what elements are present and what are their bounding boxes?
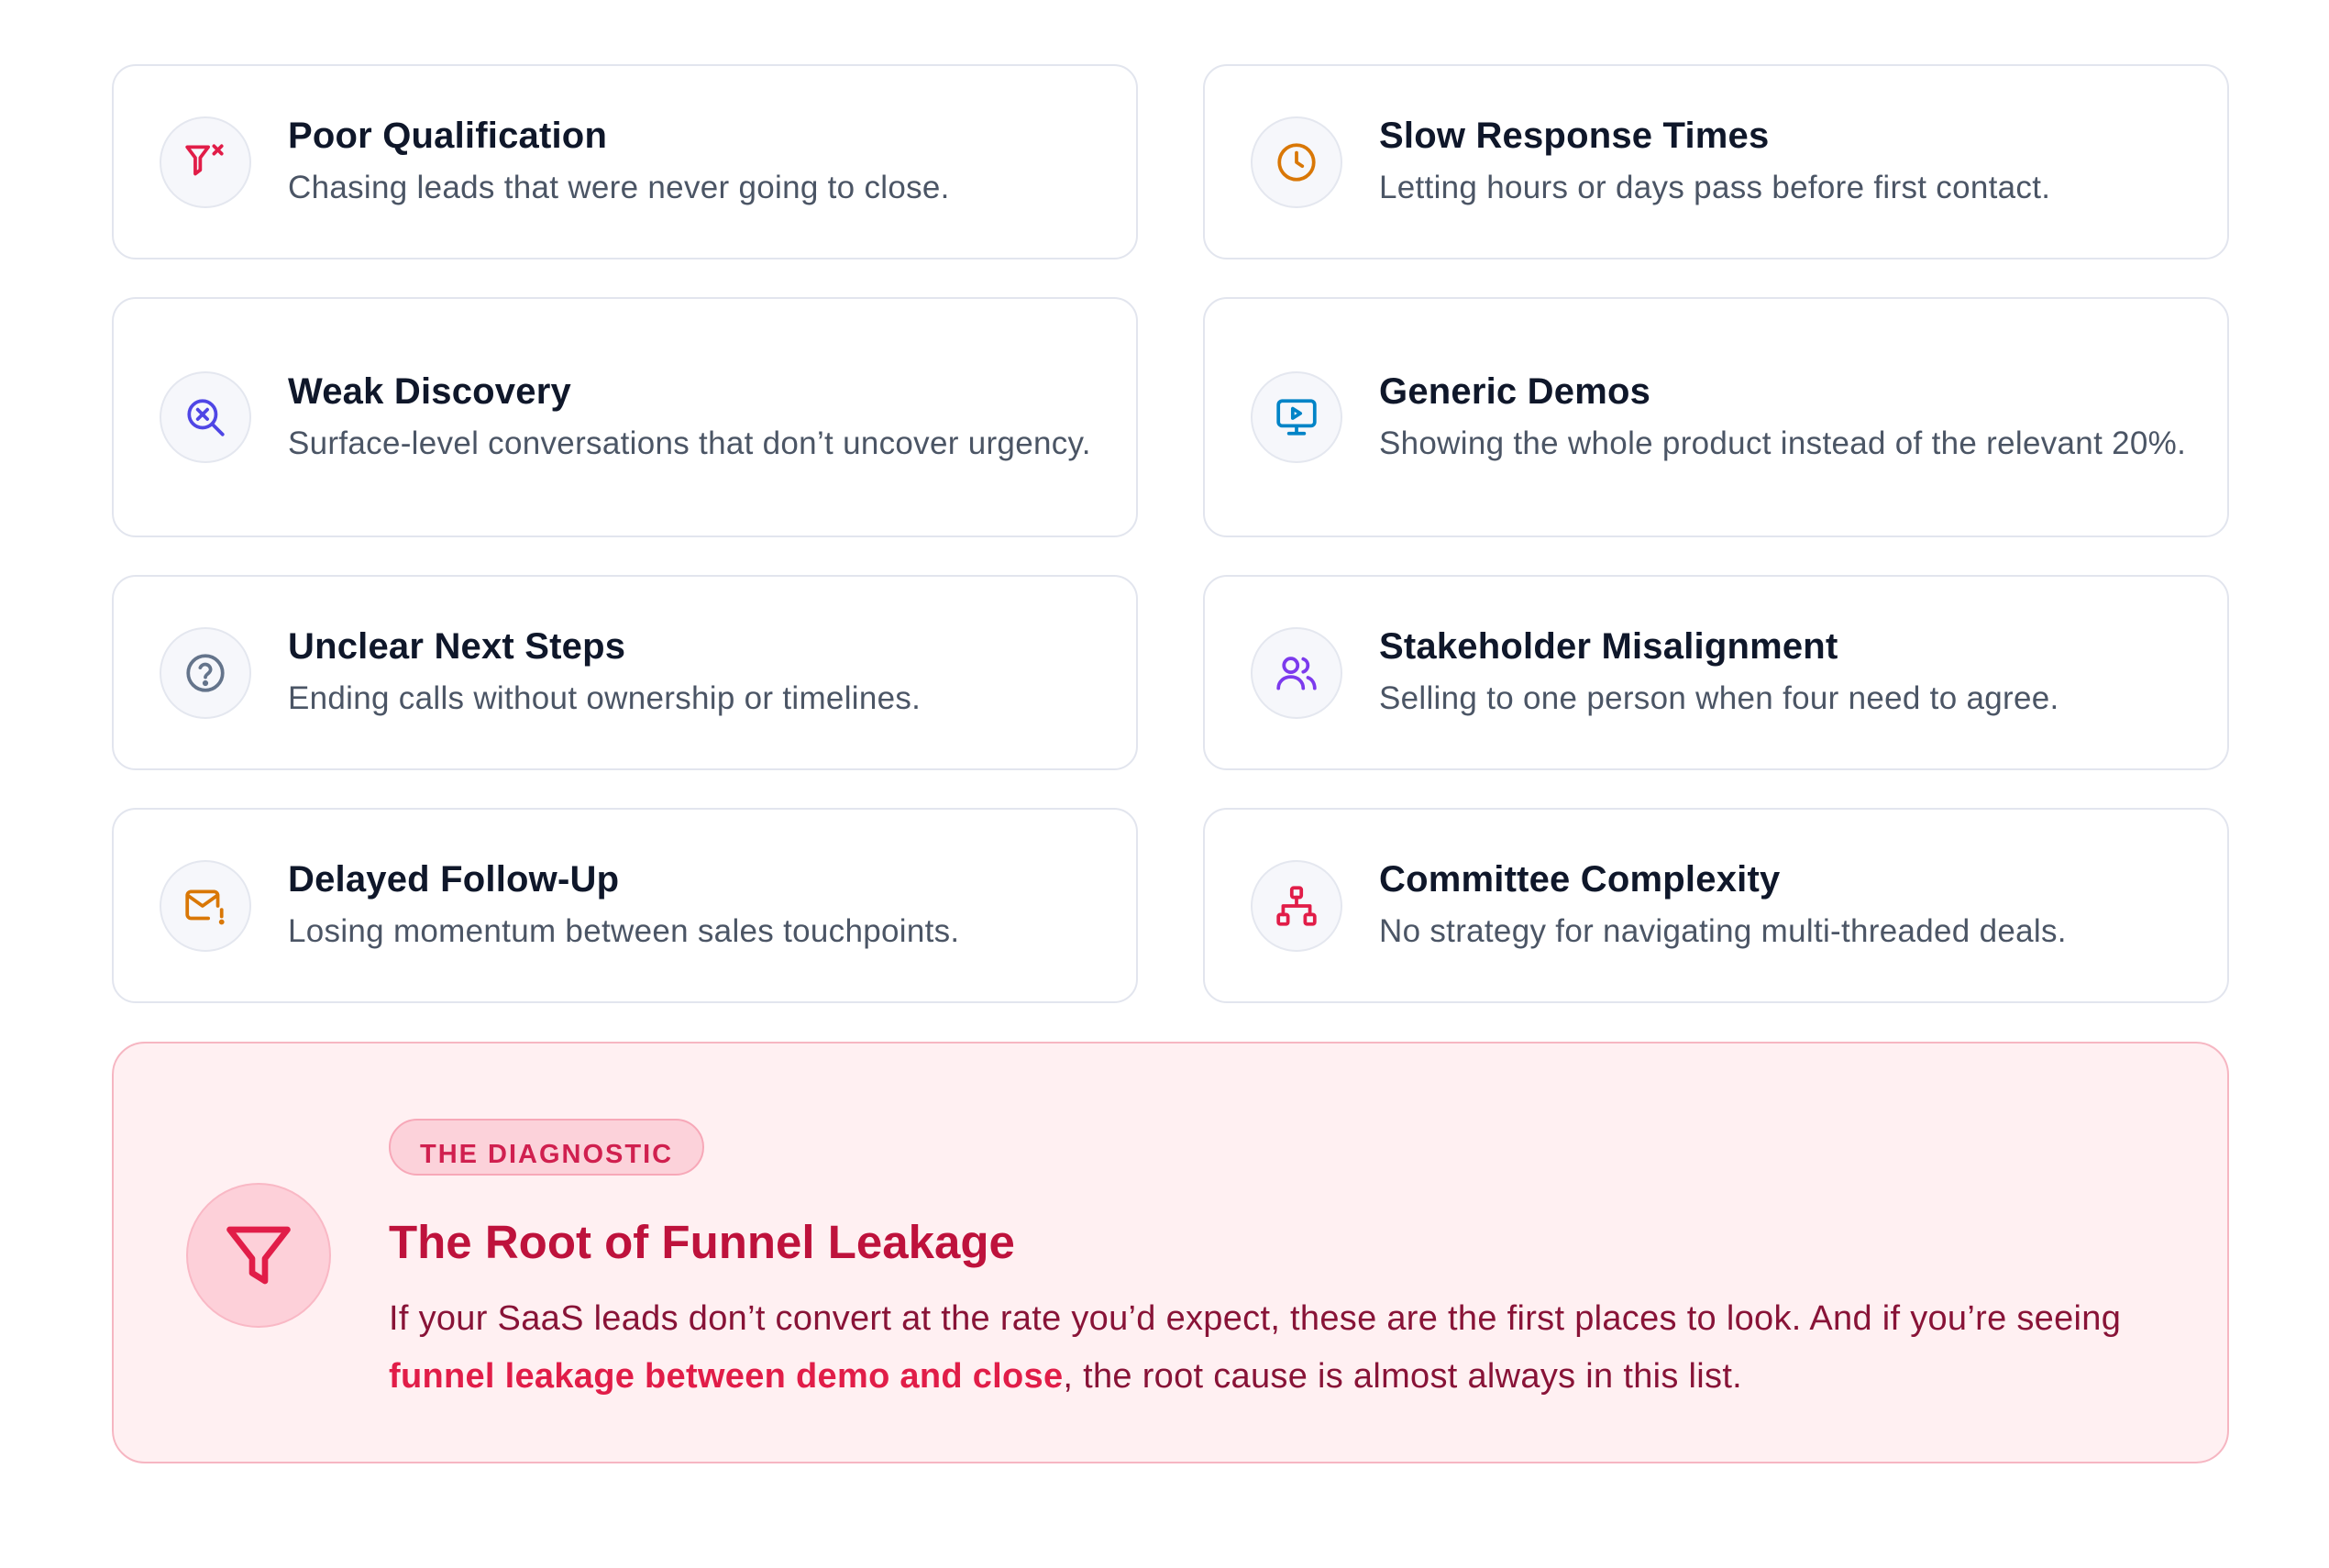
diagnostic-title: The Root of Funnel Leakage <box>389 1216 1015 1268</box>
card-text: Generic Demos Showing the whole product … <box>1379 370 2186 466</box>
card-text: Unclear Next Steps Ending calls without … <box>288 624 921 721</box>
mail-warning-icon <box>160 859 251 952</box>
card-title: Committee Complexity <box>1379 859 1781 900</box>
card-text: Delayed Follow-Up Losing momentum betwee… <box>288 857 959 954</box>
card-title: Stakeholder Misalignment <box>1379 626 1838 667</box>
card-text: Weak Discovery Surface-level conversatio… <box>288 370 1091 466</box>
card-weak-discovery: Weak Discovery Surface-level conversatio… <box>112 297 1138 537</box>
card-title: Delayed Follow-Up <box>288 859 620 900</box>
users-icon <box>1251 626 1342 719</box>
card-description: Losing momentum between sales touchpoint… <box>288 913 960 949</box>
card-generic-demos: Generic Demos Showing the whole product … <box>1203 297 2229 537</box>
card-text: Slow Response Times Letting hours or day… <box>1379 114 2050 210</box>
network-icon <box>1251 859 1342 952</box>
filter-x-icon <box>160 116 251 208</box>
card-description: No strategy for navigating multi-threade… <box>1379 913 2067 949</box>
card-committee-complexity: Committee Complexity No strategy for nav… <box>1203 808 2229 1003</box>
card-text: Committee Complexity No strategy for nav… <box>1379 857 2067 954</box>
card-description: Selling to one person when four need to … <box>1379 680 2059 716</box>
card-description: Chasing leads that were never going to c… <box>288 170 950 205</box>
card-title: Generic Demos <box>1379 370 1651 412</box>
diagnostic-body-highlight: funnel leakage between demo and close <box>389 1356 1064 1396</box>
card-title: Poor Qualification <box>288 116 608 156</box>
diagnostic-body: If your SaaS leads don’t convert at the … <box>389 1290 2168 1406</box>
search-x-icon <box>160 371 251 463</box>
diagnostic-body-text: If your SaaS leads don’t convert at the … <box>389 1298 2122 1338</box>
diagnostic-content: THE DIAGNOSTIC The Root of Funnel Leakag… <box>389 1119 2168 1406</box>
card-text: Poor Qualification Chasing leads that we… <box>288 114 950 210</box>
funnel-icon <box>186 1183 331 1328</box>
card-description: Surface-level conversations that don’t u… <box>288 425 1091 461</box>
card-poor-qualification: Poor Qualification Chasing leads that we… <box>112 64 1138 259</box>
diagnostic-badge: THE DIAGNOSTIC <box>389 1119 705 1176</box>
card-text: Stakeholder Misalignment Selling to one … <box>1379 624 2059 721</box>
diagnostic-body-text-end: , the root cause is almost always in thi… <box>1063 1356 1743 1396</box>
card-stakeholder-misalignment: Stakeholder Misalignment Selling to one … <box>1203 575 2229 770</box>
card-unclear-next-steps: Unclear Next Steps Ending calls without … <box>112 575 1138 770</box>
card-title: Slow Response Times <box>1379 116 1770 156</box>
card-description: Showing the whole product instead of the… <box>1379 425 2187 461</box>
card-description: Ending calls without ownership or timeli… <box>288 680 922 716</box>
card-title: Weak Discovery <box>288 370 571 412</box>
card-description: Letting hours or days pass before first … <box>1379 170 2051 205</box>
card-delayed-follow-up: Delayed Follow-Up Losing momentum betwee… <box>112 808 1138 1003</box>
problem-cards-grid: Poor Qualification Chasing leads that we… <box>112 64 2229 1003</box>
card-title: Unclear Next Steps <box>288 626 626 667</box>
clock-icon <box>1251 116 1342 208</box>
help-circle-icon <box>160 626 251 719</box>
page: Poor Qualification Chasing leads that we… <box>0 0 2329 1568</box>
monitor-play-icon <box>1251 371 1342 463</box>
card-slow-response-times: Slow Response Times Letting hours or day… <box>1203 64 2229 259</box>
diagnostic-callout: THE DIAGNOSTIC The Root of Funnel Leakag… <box>112 1042 2229 1463</box>
